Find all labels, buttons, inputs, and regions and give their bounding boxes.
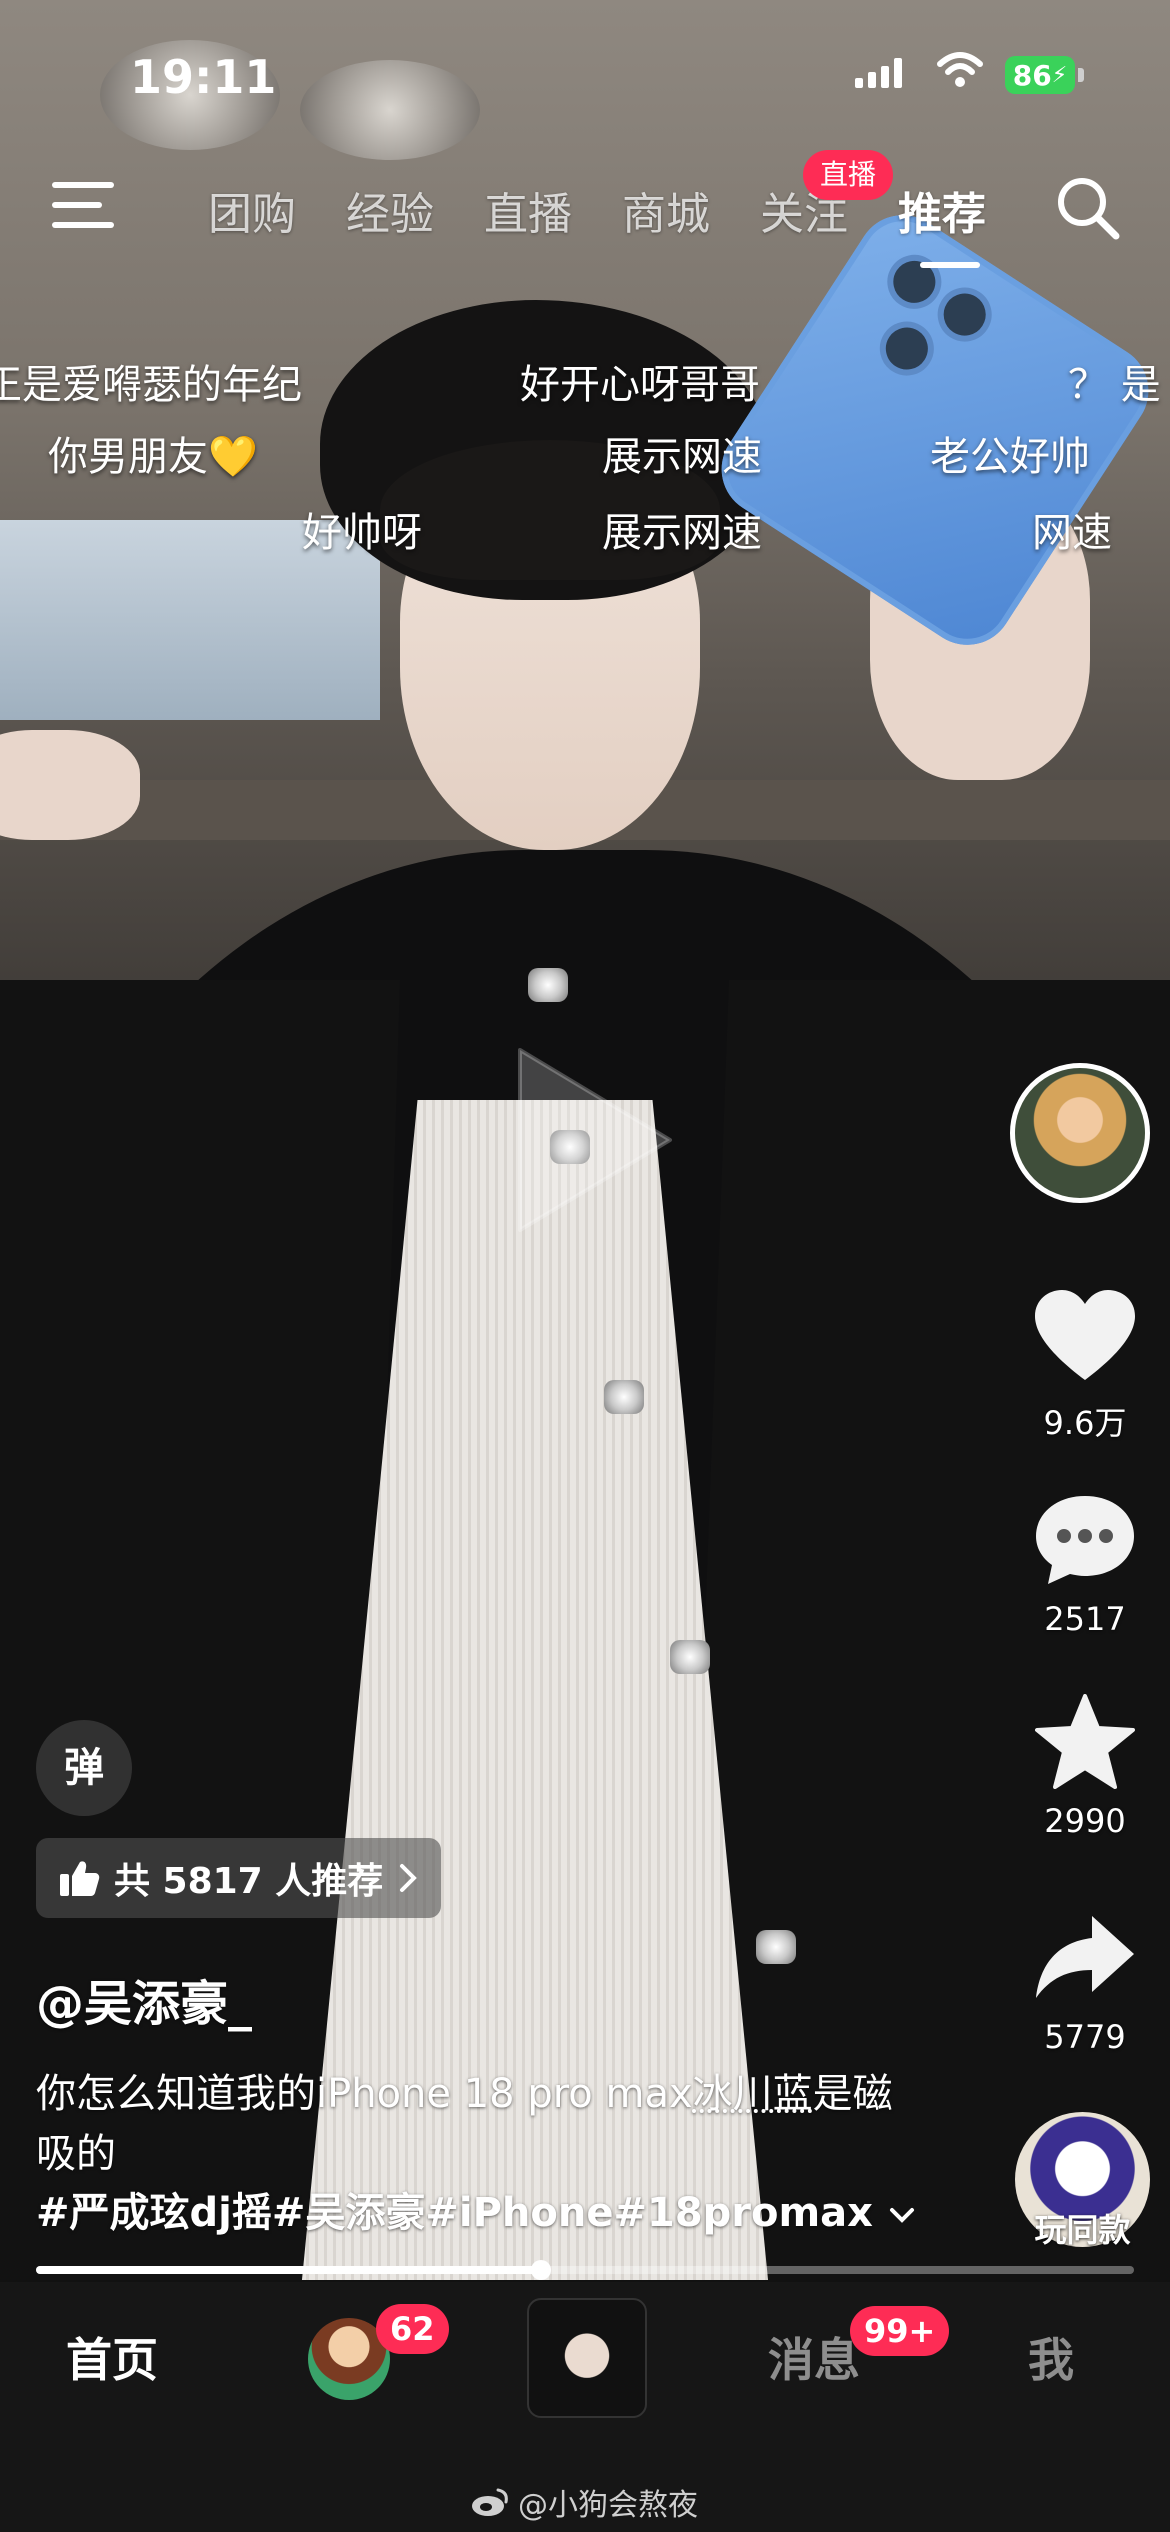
author-avatar[interactable] bbox=[1010, 1063, 1150, 1203]
wifi-icon bbox=[937, 52, 983, 87]
tab-home[interactable]: 首页 bbox=[66, 2324, 158, 2390]
progress-fill bbox=[36, 2266, 542, 2274]
video-caption: 你怎么知道我的iPhone 18 pro max冰川蓝是磁吸的 bbox=[36, 2064, 926, 2184]
live-badge: 直播 bbox=[803, 150, 893, 200]
progress-knob[interactable] bbox=[531, 2260, 552, 2280]
active-tab-indicator bbox=[920, 262, 980, 268]
star-icon bbox=[1035, 1694, 1135, 1789]
tab-me[interactable]: 我 bbox=[1028, 2324, 1074, 2390]
phone-camera bbox=[869, 311, 945, 386]
recommend-count-text: 共 5817 人推荐 bbox=[114, 1861, 384, 1902]
chevron-right-icon bbox=[400, 1864, 418, 1892]
tab-group-buy[interactable]: 团购 bbox=[208, 178, 346, 242]
tab-create-thumbnail[interactable] bbox=[527, 2298, 647, 2418]
watermark-text: @小狗会熬夜 bbox=[518, 2488, 698, 2523]
battery-level: 86 bbox=[1012, 58, 1052, 92]
danmaku-comment: 正是爱嘚瑟的年纪 bbox=[0, 362, 302, 408]
hashtags[interactable]: #严成玹dj摇#吴添豪#iPhone#18promax bbox=[36, 2180, 917, 2238]
comment-icon bbox=[1036, 1496, 1134, 1584]
comment-count: 2517 bbox=[1044, 1600, 1126, 1638]
like-button[interactable]: 9.6万 bbox=[1010, 1288, 1160, 1444]
share-icon bbox=[1036, 1916, 1134, 1998]
weibo-icon bbox=[472, 2488, 508, 2516]
danmaku-comment: 展示网速 bbox=[602, 434, 762, 480]
tab-live[interactable]: 直播 bbox=[484, 178, 622, 242]
person-hand bbox=[0, 730, 140, 840]
jacket-button bbox=[756, 1930, 796, 1964]
ceiling-light bbox=[300, 60, 480, 160]
jacket-button bbox=[604, 1380, 644, 1414]
caption-text: 你怎么知道我的iPhone 18 pro max bbox=[36, 2071, 693, 2117]
watermark: @小狗会熬夜 bbox=[470, 2480, 698, 2524]
cellular-signal-icon bbox=[855, 58, 902, 88]
battery-cap bbox=[1078, 68, 1084, 82]
danmaku-comment: 好帅呀 bbox=[302, 510, 422, 556]
author-name[interactable]: @吴添豪_ bbox=[36, 1964, 252, 2034]
heart-icon bbox=[1035, 1290, 1135, 1380]
danmaku-comment: 好开心呀哥哥 bbox=[520, 362, 760, 408]
friends-badge: 62 bbox=[376, 2304, 449, 2354]
share-button[interactable]: 5779 bbox=[1010, 1908, 1160, 2056]
battery-icon: 86 ⚡ bbox=[1005, 56, 1075, 94]
danmaku-comment: ？ 是 bbox=[1068, 362, 1161, 408]
video-progress-bar[interactable] bbox=[36, 2260, 1134, 2280]
tab-recommend[interactable]: 推荐 bbox=[898, 178, 1036, 242]
danmaku-comment: 你男朋友💛 bbox=[48, 434, 258, 480]
search-icon[interactable] bbox=[1052, 172, 1122, 242]
messages-badge: 99+ bbox=[850, 2306, 950, 2356]
jacket-button bbox=[528, 968, 568, 1002]
same-style-label[interactable]: 玩同款 bbox=[1015, 2205, 1150, 2251]
hashtag-list[interactable]: #严成玹dj摇#吴添豪#iPhone#18promax bbox=[36, 2190, 873, 2236]
tab-experience[interactable]: 经验 bbox=[346, 178, 484, 242]
danmaku-comment: 网速 bbox=[1032, 510, 1112, 556]
menu-icon[interactable] bbox=[52, 182, 114, 232]
jacket-button bbox=[670, 1640, 710, 1674]
favorite-count: 2990 bbox=[1044, 1802, 1126, 1840]
danmaku-comment: 老公好帅 bbox=[930, 434, 1090, 480]
recommend-pill[interactable]: 共 5817 人推荐 bbox=[36, 1838, 442, 1918]
favorite-button[interactable]: 2990 bbox=[1010, 1692, 1160, 1840]
comment-button[interactable]: 2517 bbox=[1010, 1490, 1160, 1638]
tab-mall[interactable]: 商城 bbox=[622, 178, 760, 242]
chevron-down-icon[interactable] bbox=[887, 2204, 917, 2226]
status-time: 19:11 bbox=[130, 50, 277, 104]
top-nav-tabs: 团购 经验 直播 商城 关注 推荐 bbox=[208, 178, 1036, 242]
danmaku-comment: 展示网速 bbox=[602, 510, 762, 556]
caption-highlight-link[interactable]: 冰川蓝 bbox=[693, 2071, 813, 2117]
share-count: 5779 bbox=[1044, 2018, 1126, 2056]
like-count: 9.6万 bbox=[1043, 1404, 1127, 1442]
tab-messages[interactable]: 消息 bbox=[768, 2324, 860, 2390]
danmaku-toggle-button[interactable]: 弹 bbox=[36, 1720, 132, 1816]
play-icon[interactable] bbox=[500, 1040, 680, 1240]
thumbs-up-icon bbox=[60, 1861, 100, 1896]
